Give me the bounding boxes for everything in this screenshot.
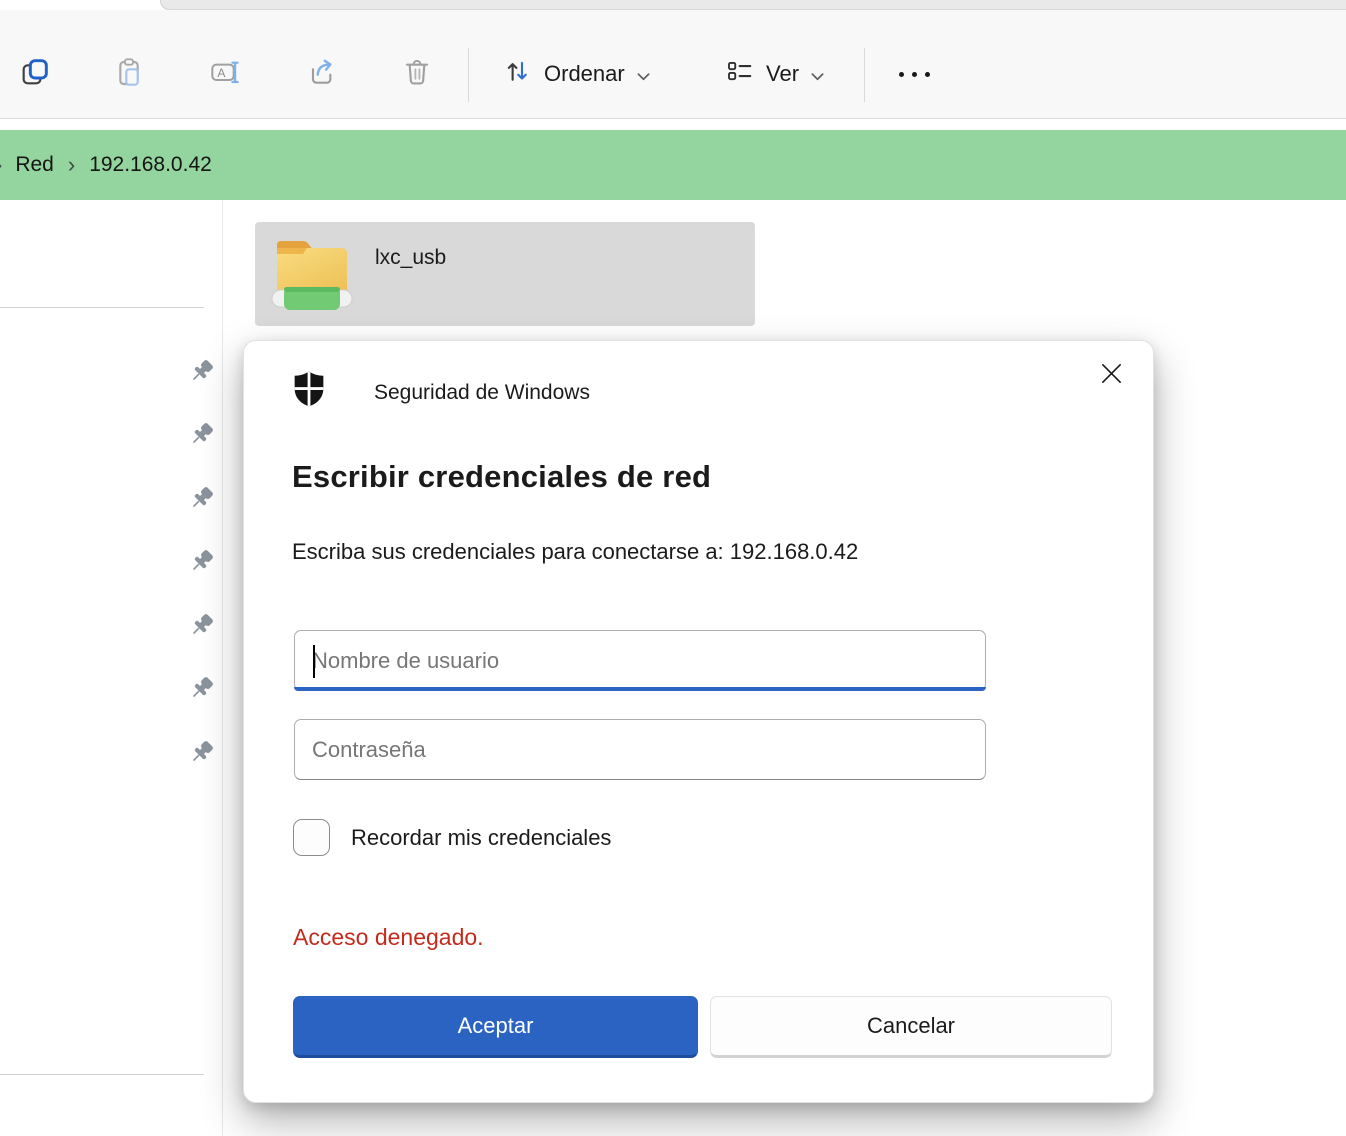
sort-dropdown-button[interactable]: Ordenar: [490, 46, 662, 102]
share-icon: [305, 56, 337, 93]
close-icon: [1099, 361, 1124, 391]
paste-icon: [113, 56, 145, 93]
sort-label: Ordenar: [544, 61, 625, 87]
dialog-subtitle: Escriba sus credenciales para conectarse…: [292, 539, 858, 565]
explorer-toolbar: A: [0, 10, 1346, 119]
username-input[interactable]: [295, 631, 985, 690]
more-options-button[interactable]: [886, 50, 942, 98]
text-caret: [313, 645, 315, 678]
chevron-right-icon: ›: [0, 152, 2, 178]
pin-icon: [188, 357, 216, 390]
remember-credentials-row[interactable]: Recordar mis credenciales: [293, 819, 611, 856]
pin-icon: [188, 420, 216, 453]
tab-bar-remnant: [160, 0, 1346, 10]
toolbar-divider: [468, 48, 469, 102]
delete-button[interactable]: [394, 50, 440, 98]
sidebar-pinned-item[interactable]: [186, 357, 218, 389]
paste-button[interactable]: [106, 50, 152, 98]
sort-icon: [502, 56, 532, 92]
toolbar-divider: [864, 48, 865, 102]
pin-icon: [188, 484, 216, 517]
sidebar-pinned-item[interactable]: [186, 674, 218, 706]
breadcrumb-root[interactable]: Red: [15, 153, 54, 177]
view-dropdown-button[interactable]: Ver: [712, 46, 836, 102]
pin-icon: [188, 611, 216, 644]
windows-security-shield-icon: [292, 369, 326, 414]
chevron-down-icon: [637, 61, 650, 87]
svg-text:A: A: [217, 65, 225, 79]
chevron-right-icon: ›: [54, 152, 89, 178]
pin-icon: [188, 674, 216, 707]
remember-credentials-label: Recordar mis credenciales: [351, 825, 611, 851]
password-input[interactable]: [295, 720, 985, 779]
pin-icon: [188, 547, 216, 580]
view-label: Ver: [766, 61, 799, 87]
nav-pane-divider: [222, 200, 223, 1136]
breadcrumb-current[interactable]: 192.168.0.42: [89, 153, 212, 177]
remember-credentials-checkbox[interactable]: [293, 819, 330, 856]
sidebar-pinned-item[interactable]: [186, 484, 218, 516]
trash-icon: [401, 56, 433, 93]
password-field[interactable]: [294, 719, 986, 780]
rename-icon: A: [209, 56, 241, 93]
sidebar-pinned-item[interactable]: [186, 738, 218, 770]
network-folder-icon: [269, 233, 355, 320]
ellipsis-icon: [899, 72, 930, 77]
copy-icon: [19, 56, 51, 93]
sidebar-pinned-item[interactable]: [186, 420, 218, 452]
share-button[interactable]: [298, 50, 344, 98]
view-icon: [724, 56, 754, 92]
cancel-button[interactable]: Cancelar: [710, 996, 1112, 1058]
windows-security-dialog: Seguridad de Windows Escribir credencial…: [243, 340, 1154, 1103]
access-denied-error: Acceso denegado.: [293, 924, 484, 951]
file-name: lxc_usb: [375, 246, 446, 270]
close-button[interactable]: [1088, 353, 1134, 399]
dialog-title: Seguridad de Windows: [374, 381, 590, 405]
address-bar[interactable]: › Red › 192.168.0.42: [0, 130, 1346, 200]
pin-icon: [188, 738, 216, 771]
dialog-heading: Escribir credenciales de red: [292, 459, 711, 495]
sidebar-pinned-item[interactable]: [186, 611, 218, 643]
sidebar-section-divider: [0, 307, 204, 308]
rename-button[interactable]: A: [202, 50, 248, 98]
file-item-lxc-usb[interactable]: lxc_usb: [255, 222, 755, 326]
copy-button[interactable]: [12, 50, 58, 98]
sidebar-section-divider: [0, 1074, 204, 1075]
username-field[interactable]: [294, 630, 986, 691]
chevron-down-icon: [811, 61, 824, 87]
accept-button[interactable]: Aceptar: [293, 996, 698, 1058]
sidebar-pinned-item[interactable]: [186, 547, 218, 579]
